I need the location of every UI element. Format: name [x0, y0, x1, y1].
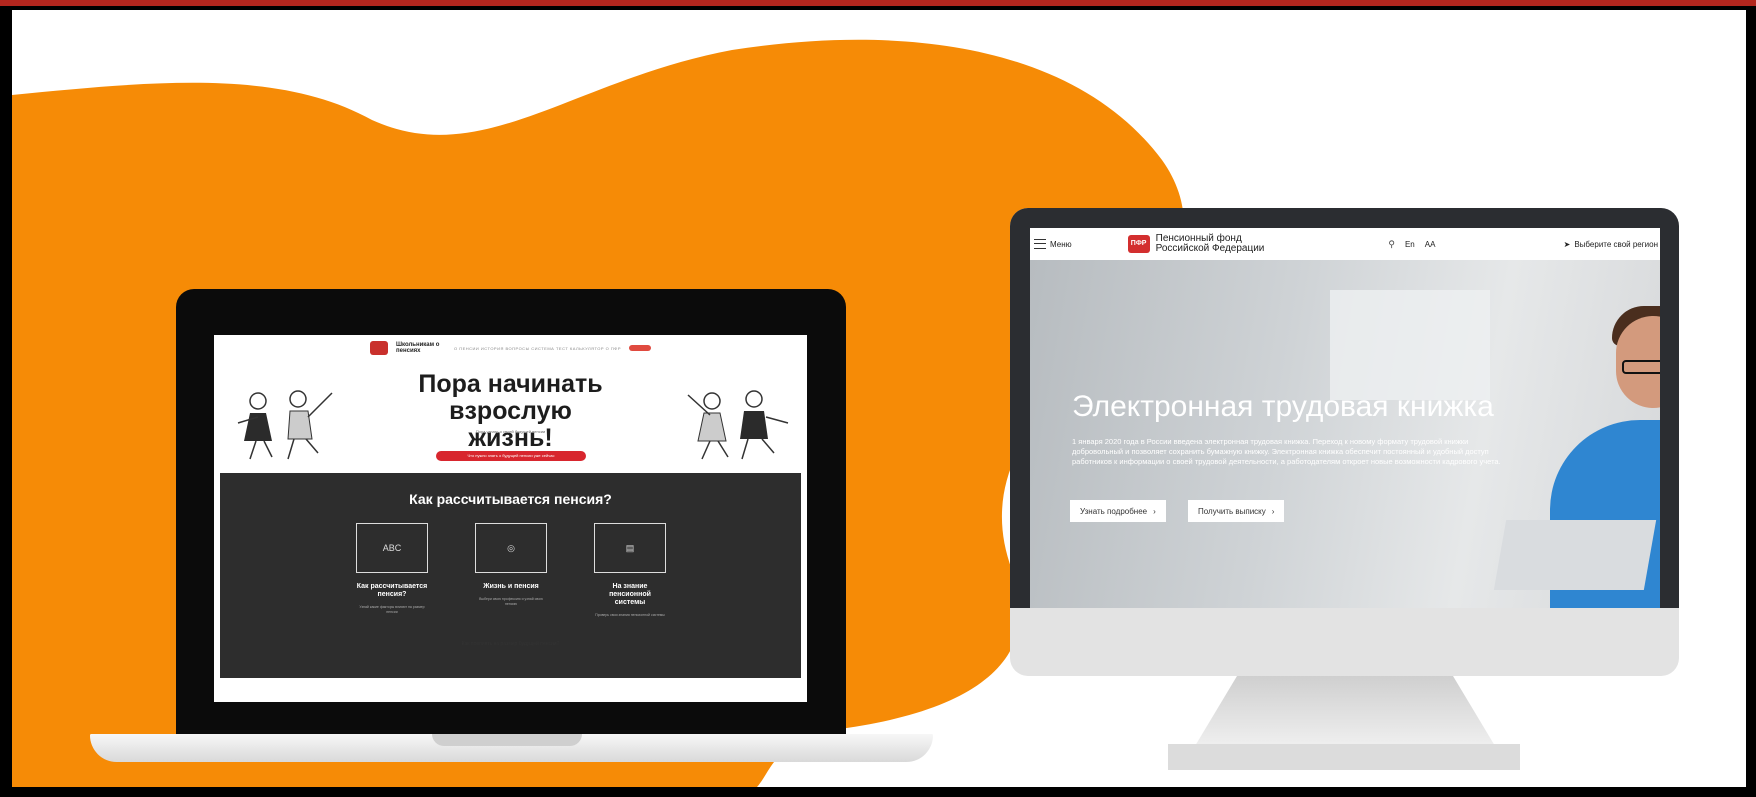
- search-icon[interactable]: ⚲: [1388, 239, 1395, 250]
- brand-line-2: Российской Федерации: [1155, 243, 1265, 254]
- laptop-device: Школьникам о пенсиях О ПЕНСИИ ИСТОРИЯ ВО…: [176, 289, 846, 738]
- get-extract-label: Получить выписку: [1198, 506, 1266, 516]
- checklist-icon: ▤: [594, 523, 666, 573]
- laptop-hero: Пора начинать взрослую жизнь! Пора узнат…: [214, 361, 807, 471]
- site-nav[interactable]: О ПЕНСИИ ИСТОРИЯ ВОПРОСЫ СИСТЕМА ТЕСТ КА…: [454, 346, 621, 351]
- location-arrow-icon: ➤: [1563, 239, 1571, 249]
- menu-label[interactable]: Меню: [1050, 240, 1072, 249]
- card-title: Как рассчитывается пенсия?: [356, 583, 428, 598]
- pfr-brand[interactable]: Пенсионный фонд Российской Федерации: [1156, 234, 1265, 254]
- gamepad-icon: ◎: [475, 523, 547, 573]
- laptop-cta-button[interactable]: Что нужно знать о будущей пенсии уже сей…: [436, 451, 586, 461]
- laptop-hero-title: Пора начинать взрослую жизнь!: [418, 370, 603, 452]
- region-label: Выберите свой регион: [1574, 239, 1658, 249]
- laptop-hero-subtitle: Пора узнать о своей будущей пенсии: [475, 429, 546, 434]
- laptop-site-header: Школьникам о пенсиях О ПЕНСИИ ИСТОРИЯ ВО…: [214, 335, 807, 361]
- card-calculation[interactable]: ABC Как рассчитывается пенсия? Узнай как…: [355, 523, 429, 615]
- monitor-stand-neck: [1195, 676, 1495, 746]
- card-text: Проверь свои знания пенсионной системы: [595, 613, 665, 617]
- card-knowledge-test[interactable]: ▤ На знание пенсионной системы Проверь с…: [593, 523, 667, 618]
- pfr-site-header: Меню ПФР Пенсионный фонд Российской Феде…: [1030, 228, 1660, 260]
- pension-section: Как рассчитывается пенсия? ABC Как рассч…: [220, 473, 801, 678]
- monitor-stand-base: [1168, 744, 1520, 770]
- region-selector[interactable]: ➤ Выберите свой регион: [1564, 240, 1658, 249]
- pfr-hero: Электронная трудовая книжка 1 января 202…: [1030, 260, 1660, 608]
- site-brand[interactable]: Школьникам о пенсиях: [396, 342, 446, 354]
- pension-section-title: Как рассчитывается пенсия?: [409, 491, 612, 507]
- hero-person-glasses: [1622, 360, 1660, 374]
- hero-laptop: [1493, 520, 1657, 590]
- laptop-notch: [432, 734, 582, 746]
- pfr-logo-icon[interactable]: ПФР: [1127, 235, 1150, 253]
- laptop-screen: Школьникам о пенсиях О ПЕНСИИ ИСТОРИЯ ВО…: [214, 335, 807, 702]
- monitor-device: Меню ПФР Пенсионный фонд Российской Феде…: [1010, 208, 1679, 676]
- card-life-pension[interactable]: ◎ Жизнь и пенсия Выбери свою профессию и…: [474, 523, 548, 607]
- laptop-footer-question[interactable]: Как повлиять на размер будущей пенсии?: [214, 641, 807, 647]
- language-switch[interactable]: En: [1405, 240, 1415, 249]
- background-window: [1330, 290, 1490, 400]
- card-title: На знание пенсионной системы: [609, 583, 651, 606]
- font-size-toggle[interactable]: AA: [1425, 240, 1436, 249]
- card-text: Узнай какие факторы влияют на размер пен…: [359, 605, 425, 614]
- site-logo-icon[interactable]: [370, 341, 389, 355]
- blackboard-icon: ABC: [356, 523, 428, 573]
- learn-more-label: Узнать подробнее: [1080, 506, 1148, 516]
- card-title: Жизнь и пенсия: [483, 583, 539, 590]
- chevron-right-icon: ›: [1271, 506, 1275, 516]
- card-text: Выбери свою профессию и узнай свою пенси…: [479, 597, 543, 606]
- pfr-hero-text: 1 января 2020 года в России введена элек…: [1072, 437, 1501, 466]
- monitor-screen: Меню ПФР Пенсионный фонд Российской Феде…: [1030, 228, 1660, 608]
- pfr-hero-title: Электронная трудовая книжка: [1072, 390, 1494, 423]
- chevron-right-icon: ›: [1153, 506, 1156, 516]
- get-extract-button[interactable]: Получить выписку ›: [1188, 500, 1285, 522]
- learn-more-button[interactable]: Узнать подробнее ›: [1070, 500, 1166, 522]
- site-nav-button[interactable]: [628, 345, 651, 351]
- monitor-bezel: Меню ПФР Пенсионный фонд Российской Феде…: [1010, 208, 1679, 608]
- top-accent-strip: [0, 0, 1756, 6]
- hamburger-menu-icon[interactable]: [1034, 239, 1046, 249]
